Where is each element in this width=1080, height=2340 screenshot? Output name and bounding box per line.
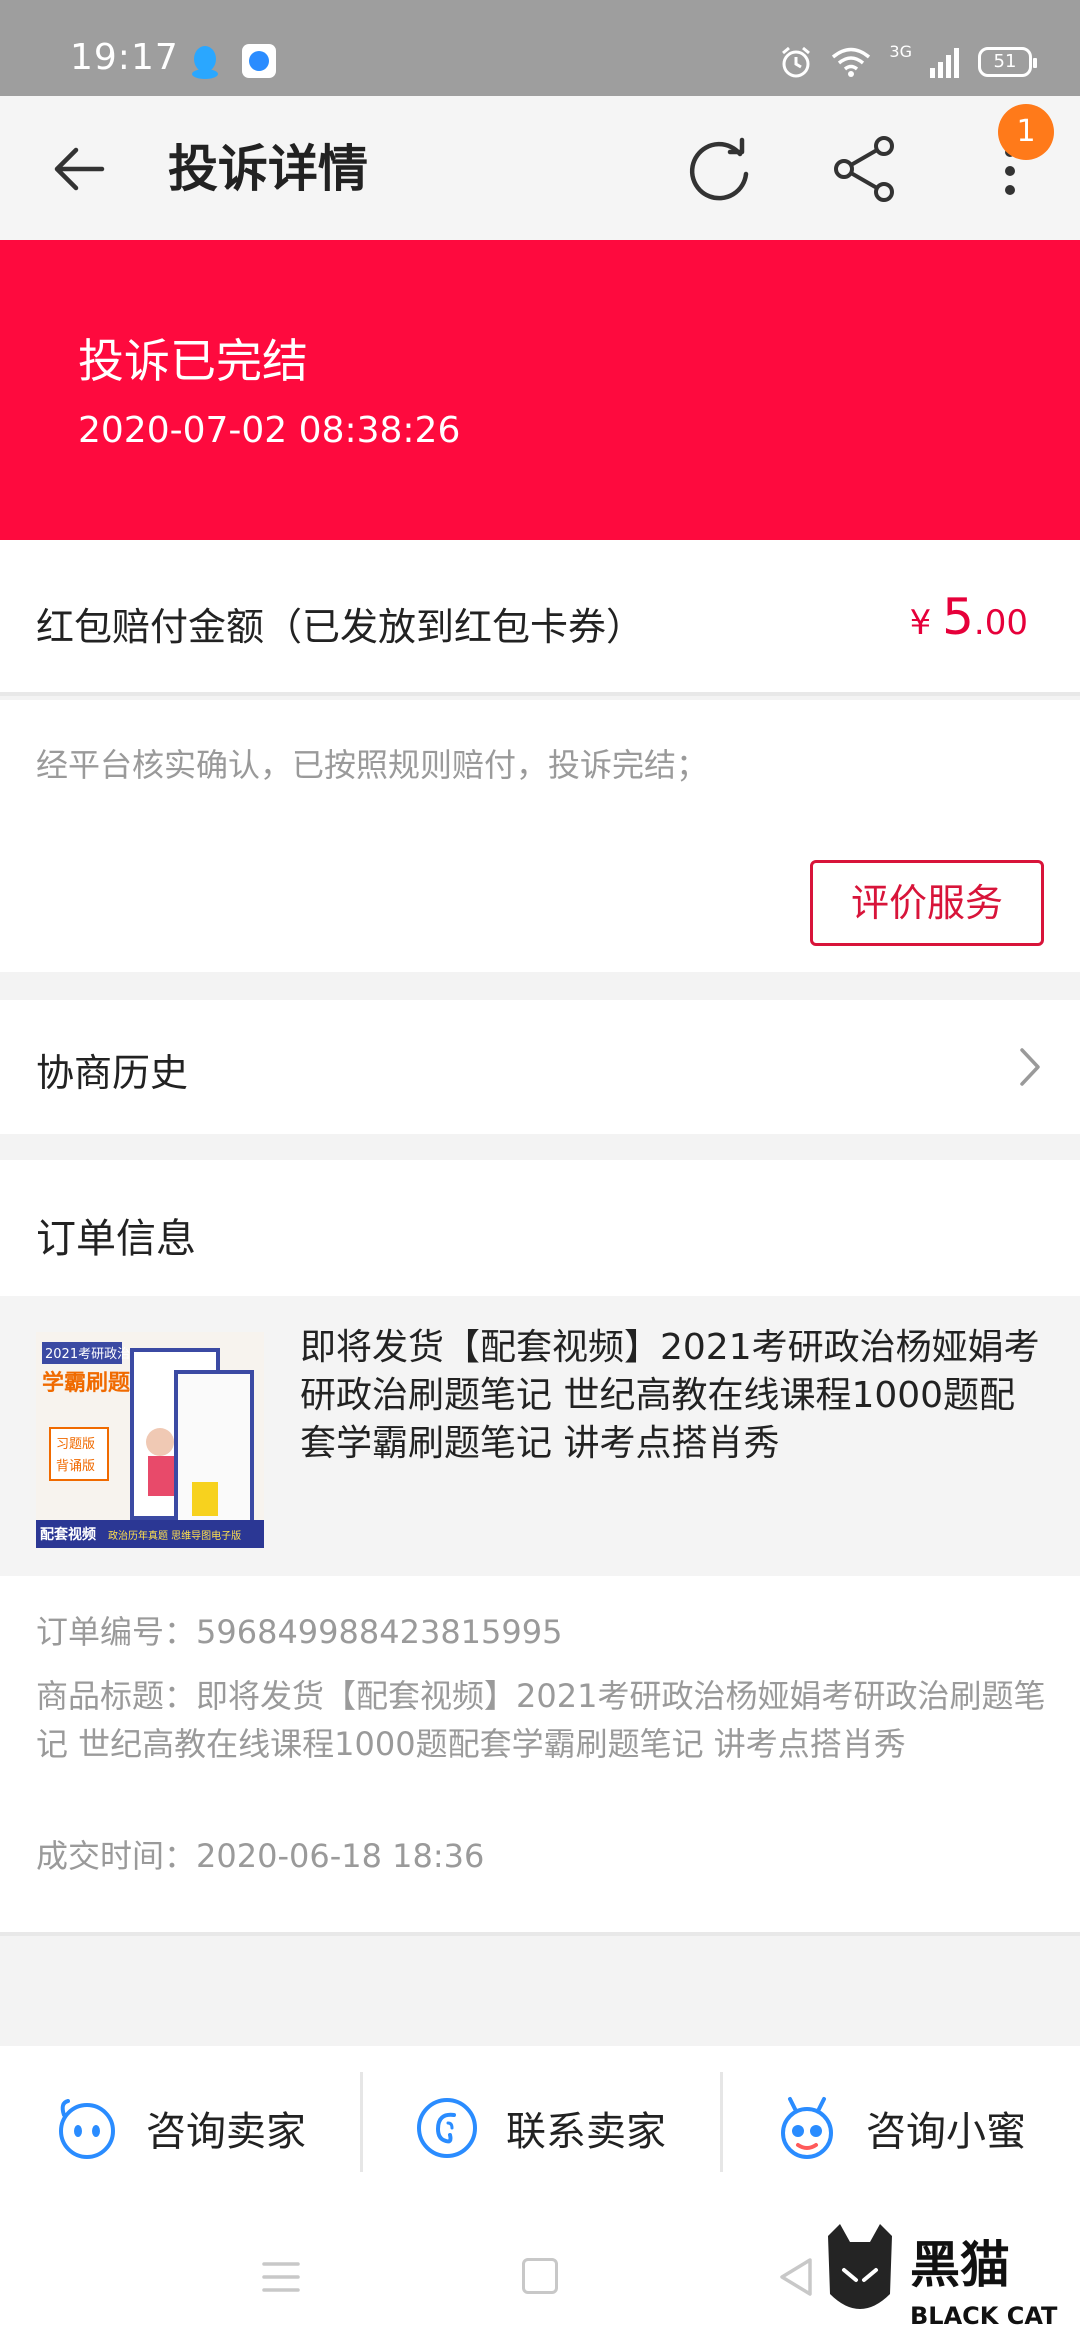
home-icon[interactable] [522, 2258, 558, 2294]
bottom-action-bar: 咨询卖家 联系卖家 咨询小蜜 [0, 2046, 1080, 2210]
complaint-status-banner: 投诉已完结 2020-07-02 08:38:26 [0, 240, 1080, 540]
menu-icon[interactable] [262, 2260, 300, 2294]
watermark-en-text: BLACK CAT [910, 2302, 1058, 2330]
thumb-bottom-text: 政治历年真题 思维导图电子版 [108, 1529, 241, 1542]
contact-seller-label: 联系卖家 [506, 2109, 666, 2155]
order-info-header: 订单信息 [36, 1216, 196, 1262]
history-label: 协商历史 [36, 1051, 189, 1095]
share-icon[interactable] [832, 134, 898, 204]
order-number: 订单编号：596849988423815995 [36, 1613, 563, 1651]
product-thumbnail: 2021考研政治 学霸刷题笔记 习题版 背诵版 配套视频 政治历年真题 思维导图… [36, 1332, 264, 1548]
status-time: 19:17 [70, 37, 179, 78]
complaint-status: 投诉已完结 [78, 334, 308, 388]
phone-ear-icon [417, 2098, 477, 2158]
back-arrow-icon[interactable] [52, 142, 106, 196]
order-info-section: 订单信息 2021考研政治 学霸刷题笔记 习题版 背诵版 配套视频 政治历年真题… [0, 1160, 1080, 1936]
notification-badge: 1 [998, 104, 1054, 160]
product-title-line: 商品标题：即将发货【配套视频】2021考研政治杨娅娟考研政治刷题笔记 世纪高教在… [36, 1677, 1046, 1763]
notification-app-icon [242, 44, 276, 78]
status-bar: 19:17 3G 51 [0, 0, 1080, 96]
amount-decimal: .00 [973, 603, 1028, 643]
app-bar: 投诉详情 1 [0, 96, 1080, 240]
result-message: 经平台核实确认，已按照规则赔付，投诉完结； [36, 746, 709, 784]
product-cover-image: 2021考研政治 学霸刷题笔记 习题版 背诵版 配套视频 政治历年真题 思维导图… [36, 1332, 264, 1548]
consult-seller-label: 咨询卖家 [146, 2109, 306, 2155]
thumb-top-text: 2021考研政治 [45, 1347, 130, 1362]
currency-symbol: ¥ [909, 603, 943, 643]
watermark-cn-text: 黑猫 [910, 2236, 1010, 2294]
consult-seller-button[interactable]: 咨询卖家 [0, 2046, 360, 2210]
complaint-timestamp: 2020-07-02 08:38:26 [78, 410, 461, 451]
consult-assistant-button[interactable]: 咨询小蜜 [720, 2046, 1080, 2210]
thumb-corner-text: 配套视频 [40, 1526, 96, 1543]
status-indicators: 3G 51 [779, 42, 1037, 80]
signal-icon [930, 48, 959, 78]
battery-indicator: 51 [978, 47, 1037, 77]
chat-face-icon [59, 2099, 115, 2159]
result-panel: 经平台核实确认，已按照规则赔付，投诉完结； 评价服务 [0, 700, 1080, 972]
nav-back-icon[interactable] [778, 2256, 814, 2298]
qq-icon [192, 46, 218, 79]
alarm-icon [782, 46, 811, 78]
contact-seller-button[interactable]: 联系卖家 [360, 2046, 720, 2210]
network-type: 3G [889, 42, 912, 61]
product-card[interactable]: 2021考研政治 学霸刷题笔记 习题版 背诵版 配套视频 政治历年真题 思维导图… [0, 1296, 1080, 1576]
page-title: 投诉详情 [168, 140, 368, 198]
negotiation-history-row[interactable]: 协商历史 [0, 1000, 1080, 1134]
compensation-amount: ¥ 5.00 [910, 588, 1028, 646]
thumb-tag2: 背诵版 [56, 1459, 95, 1474]
rate-service-button[interactable]: 评价服务 [810, 860, 1044, 946]
compensation-label: 红包赔付金额（已发放到红包卡券） [36, 605, 645, 649]
bee-assistant-icon [781, 2097, 833, 2159]
refresh-icon[interactable] [686, 136, 752, 202]
thumb-tag1: 习题版 [56, 1437, 95, 1452]
consult-assistant-label: 咨询小蜜 [866, 2109, 1026, 2155]
deal-time: 成交时间：2020-06-18 18:36 [36, 1837, 485, 1875]
compensation-row: 红包赔付金额（已发放到红包卡券） ¥ 5.00 [0, 540, 1080, 696]
amount-integer: 5 [942, 588, 974, 646]
wifi-icon [832, 47, 871, 77]
chevron-right-icon [1020, 1048, 1040, 1086]
section-divider [0, 1932, 1080, 1936]
black-cat-watermark: 黑猫 BLACK CAT [828, 2224, 1058, 2330]
product-title: 即将发货【配套视频】2021考研政治杨娅娟考研政治刷题笔记 世纪高教在线课程10… [300, 1327, 1040, 1464]
